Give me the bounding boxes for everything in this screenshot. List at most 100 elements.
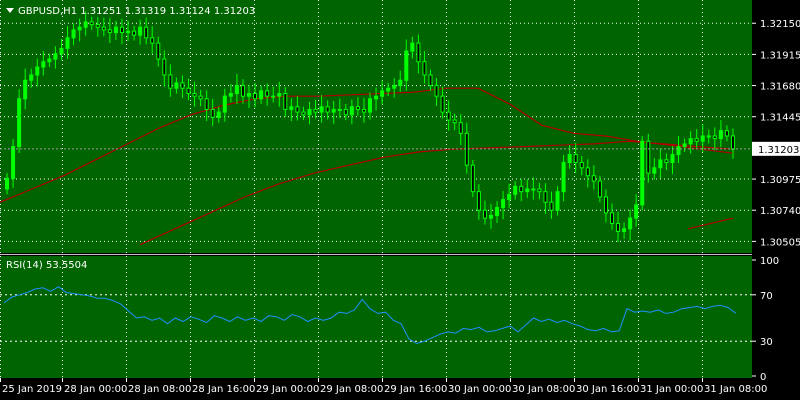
candle-body	[416, 42, 421, 63]
candle-body	[688, 138, 693, 145]
price-panel[interactable]	[0, 0, 752, 253]
candle-body	[501, 199, 506, 209]
candle-body	[361, 108, 366, 113]
candle-body	[186, 87, 191, 95]
time-tick-label: 30 Jan 08:00	[512, 384, 575, 395]
time-tick-label: 28 Jan 16:00	[192, 384, 255, 395]
time-tick-label: 31 Jan 00:00	[640, 384, 703, 395]
candle-body	[65, 37, 70, 49]
time-tick-label: 30 Jan 00:00	[448, 384, 511, 395]
candle-body	[470, 164, 475, 193]
candle-body	[670, 154, 675, 163]
candle-body	[410, 42, 415, 52]
candle-body	[597, 180, 602, 198]
candle-body	[259, 90, 264, 100]
candle-body	[126, 30, 131, 34]
candle-body	[234, 85, 239, 95]
time-tick-label: 25 Jan 2019	[2, 384, 62, 395]
candle-body	[355, 106, 360, 110]
candle-body	[301, 111, 306, 116]
candle-body	[652, 167, 657, 174]
candle-body	[71, 29, 76, 39]
candle-body	[107, 29, 112, 34]
candle-body	[555, 191, 560, 211]
candle-body	[331, 108, 336, 113]
candle-body	[446, 111, 451, 121]
candle-body	[622, 228, 627, 232]
candle-body	[567, 154, 572, 163]
candle-body	[368, 98, 372, 113]
candle-body	[488, 215, 493, 219]
rsi-panel[interactable]	[0, 256, 752, 378]
candle-body	[730, 135, 735, 150]
candle-body	[283, 93, 288, 110]
candle-body	[174, 82, 179, 89]
candle-body	[658, 159, 663, 169]
candle-body	[634, 204, 639, 219]
time-tick-label: 28 Jan 08:00	[128, 384, 191, 395]
candle-body	[664, 159, 669, 163]
candle-body	[265, 90, 270, 97]
price-tick-label: 1.31445	[760, 113, 800, 124]
candle-body	[392, 85, 397, 89]
candle-body	[271, 95, 276, 98]
candle-body	[682, 143, 687, 148]
rsi-tick-label: 0	[760, 372, 766, 383]
price-tick-label: 1.32150	[760, 19, 800, 30]
candle-body	[718, 130, 723, 140]
candle-body	[724, 130, 729, 137]
price-tick-label: 1.31680	[760, 82, 800, 93]
candle-body	[247, 93, 252, 97]
candle-body	[676, 146, 681, 156]
candle-body	[476, 191, 481, 211]
candle-body	[41, 61, 46, 68]
candle-body	[428, 74, 433, 87]
candle-body	[29, 74, 34, 81]
candle-body	[313, 108, 318, 113]
candle-body	[180, 82, 185, 89]
candle-body	[337, 108, 342, 111]
candle-body	[706, 135, 711, 138]
candle-body	[59, 47, 64, 55]
candle-body	[35, 66, 40, 76]
price-tick-label: 1.30505	[760, 237, 800, 248]
candle-body	[289, 106, 294, 110]
candle-body	[150, 37, 155, 44]
candle-body	[609, 212, 614, 224]
candle-body	[374, 95, 379, 100]
trading-chart[interactable]: 1.32150 1.31915 1.31680 1.31445 1.30975 1.307…	[0, 0, 800, 400]
candle-body	[380, 90, 385, 97]
candle-body	[519, 185, 524, 193]
candle-body	[325, 106, 330, 113]
candle-body	[585, 167, 590, 177]
candle-body	[440, 95, 445, 113]
candle-body	[77, 26, 82, 31]
candle-body	[434, 85, 439, 97]
candle-body	[23, 79, 28, 100]
candle-body	[11, 146, 16, 179]
candle-body	[138, 26, 143, 36]
candle-body	[640, 140, 645, 206]
candle-body	[404, 50, 409, 81]
candle-body	[398, 79, 403, 87]
candle-body	[228, 93, 233, 97]
chart-canvas[interactable]: 1.32150 1.31915 1.31680 1.31445 1.30975 1.307…	[0, 0, 800, 400]
candle-body	[162, 58, 167, 76]
candle-body	[101, 26, 106, 31]
candle-body	[113, 26, 118, 34]
time-tick-label: 29 Jan 16:00	[384, 384, 447, 395]
candle-body	[210, 108, 215, 118]
symbol-title: GBPUSD,H1 1.31251 1.31319 1.31124 1.3120…	[18, 6, 255, 17]
candle-body	[591, 175, 596, 182]
rsi-title: RSI(14) 53.5504	[6, 260, 87, 271]
candle-body	[168, 74, 173, 89]
candle-body	[616, 222, 621, 232]
candle-body	[694, 138, 699, 142]
candle-body	[513, 185, 518, 195]
candle-body	[83, 21, 88, 28]
candle-body	[277, 93, 282, 97]
candle-body	[132, 30, 137, 36]
candle-body	[156, 42, 161, 60]
candle-body	[507, 193, 512, 201]
candle-body	[95, 24, 100, 28]
